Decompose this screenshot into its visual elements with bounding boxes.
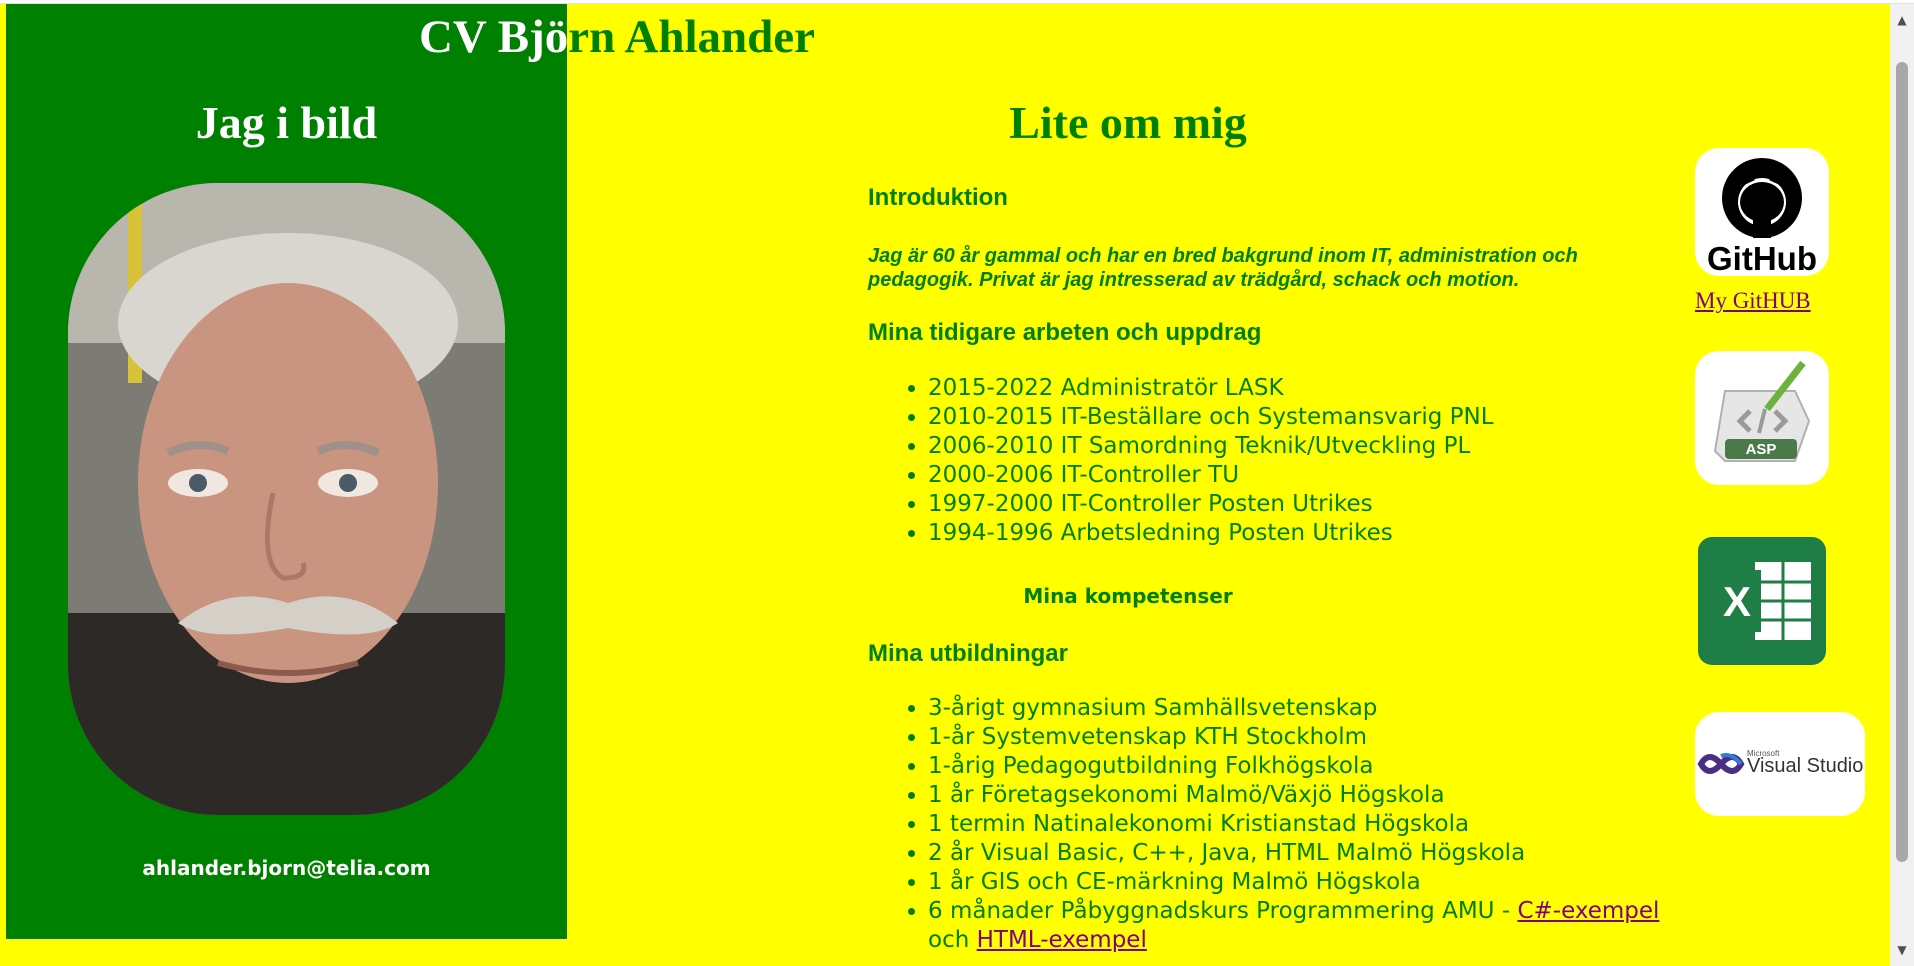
contact-email: ahlander.bjorn@telia.com [142, 856, 431, 880]
list-item-text: och [928, 927, 977, 953]
scroll-up-icon[interactable]: ▲ [1890, 10, 1914, 30]
list-item: 1997-2000 IT-Controller Posten Utrikes [928, 490, 1668, 519]
list-item-text: 6 månader Påbyggnadskurs Programmering A… [928, 898, 1518, 924]
jobs-heading: Mina tidigare arbeten och uppdrag [868, 319, 1262, 346]
visual-studio-icon: Microsoft Visual Studio [1697, 749, 1863, 777]
scroll-down-icon[interactable]: ▼ [1890, 940, 1914, 960]
github-link[interactable]: My GitHUB [1695, 288, 1811, 314]
visual-studio-logo: Microsoft Visual Studio [1695, 712, 1865, 816]
list-item: 2010-2015 IT-Beställare och Systemansvar… [928, 403, 1668, 432]
list-item: 1 år GIS och CE-märkning Malmö Högskola [928, 868, 1668, 897]
github-logo-text: GitHub [1707, 240, 1817, 276]
vs-logo-text: Visual Studio [1747, 755, 1863, 777]
list-item: 2006-2010 IT Samordning Teknik/Utvecklin… [928, 432, 1668, 461]
asp-logo-text: ASP [1746, 441, 1777, 458]
list-item: 3-årigt gymnasium Samhällsvetenskap [928, 694, 1668, 723]
main-heading: Lite om mig [1009, 97, 1247, 148]
education-list: 3-årigt gymnasium Samhällsvetenskap 1-år… [868, 694, 1668, 955]
intro-text: Jag är 60 år gammal och har en bred bakg… [868, 245, 1578, 291]
excel-icon: X [1698, 537, 1826, 665]
profile-photo [68, 183, 505, 815]
list-item: 1994-1996 Arbetsledning Posten Utrikes [928, 519, 1668, 548]
github-logo[interactable]: GitHub [1695, 148, 1829, 276]
list-item: 1-årig Pedagogutbildning Folkhögskola [928, 752, 1668, 781]
asp-logo: ASP [1695, 351, 1829, 485]
jobs-list: 2015-2022 Administratör LASK 2010-2015 I… [868, 374, 1668, 548]
asp-icon: ASP [1713, 360, 1811, 462]
page-title-overlay: CV Björn Ahlander [6, 10, 567, 70]
scrollbar-thumb[interactable] [1896, 62, 1908, 862]
education-heading: Mina utbildningar [868, 640, 1068, 667]
list-item: 2015-2022 Administratör LASK [928, 374, 1668, 403]
list-item: 2000-2006 IT-Controller TU [928, 461, 1668, 490]
list-item: 2 år Visual Basic, C++, Java, HTML Malmö… [928, 839, 1668, 868]
list-item: 1 termin Natinalekonomi Kristianstad Hög… [928, 810, 1668, 839]
list-item: 1 år Företagsekonomi Malmö/Växjö Högskol… [928, 781, 1668, 810]
competences-heading: Mina kompetenser [1023, 584, 1233, 608]
page-title-overlay-text: CV Björn Ahlander [418, 11, 567, 63]
page-viewport: CV Björn Ahlander CV Björn Ahlander Jag … [0, 4, 1890, 966]
excel-logo-text: X [1723, 578, 1751, 625]
sidebar-heading: Jag i bild [195, 97, 378, 148]
github-icon: GitHub [1707, 158, 1817, 276]
csharp-example-link[interactable]: C#-exempel [1517, 898, 1659, 924]
intro-heading: Introduktion [868, 184, 1008, 211]
html-example-link[interactable]: HTML-exempel [977, 927, 1147, 953]
list-item: 1-år Systemvetenskap KTH Stockholm [928, 723, 1668, 752]
list-item: 6 månader Påbyggnadskurs Programmering A… [928, 897, 1668, 955]
vertical-scrollbar[interactable]: ▲ ▼ [1890, 4, 1914, 966]
excel-logo: X [1695, 534, 1829, 668]
